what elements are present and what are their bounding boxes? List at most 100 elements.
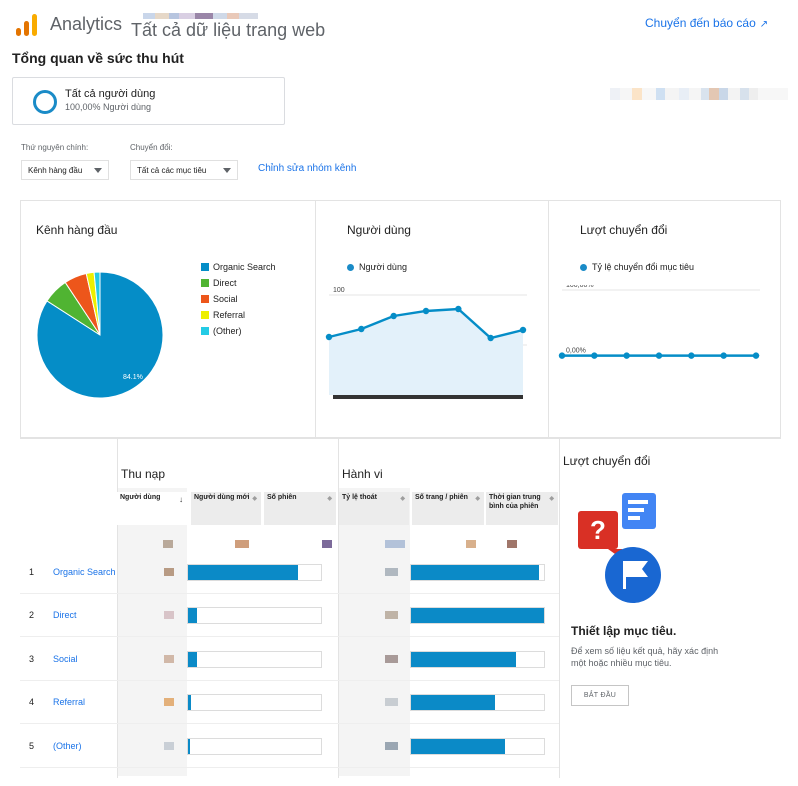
conv-chart-legend: Tỷ lệ chuyển đổi mục tiêu bbox=[580, 262, 694, 272]
legend-item[interactable]: Social bbox=[201, 291, 276, 307]
legend-label: Referral bbox=[213, 310, 246, 320]
row-number: 2 bbox=[29, 610, 35, 620]
legend-label: (Other) bbox=[213, 326, 242, 336]
users-chart-legend: Người dùng bbox=[347, 262, 407, 272]
behavior-group-header: Hành vi bbox=[342, 467, 383, 481]
col-users[interactable]: Người dùng ↓ bbox=[117, 492, 187, 525]
conversions-group-header: Lượt chuyển đổi bbox=[563, 454, 651, 468]
col-bounce-rate[interactable]: Tỷ lệ thoát ◆ bbox=[339, 492, 409, 525]
x-start-label: ... bbox=[560, 403, 566, 405]
redacted-total bbox=[466, 540, 476, 548]
bounce-column-bg bbox=[338, 488, 410, 776]
data-point[interactable] bbox=[487, 334, 494, 342]
channel-link[interactable]: Referral bbox=[53, 697, 85, 707]
series-dot-icon bbox=[347, 264, 354, 272]
conversion-rate-line-chart[interactable]: 100,00% 0,00%... bbox=[556, 285, 776, 405]
sessions-bar bbox=[187, 738, 322, 755]
users-legend-label: Người dùng bbox=[359, 262, 407, 272]
legend-item[interactable]: Organic Search bbox=[201, 259, 276, 275]
sessions-bar bbox=[187, 694, 322, 711]
data-point[interactable] bbox=[591, 352, 598, 359]
col-bounce-rate-label: Tỷ lệ thoát bbox=[342, 494, 378, 501]
section-title: Tổng quan về sức thu hút bbox=[12, 50, 184, 66]
row-divider bbox=[20, 723, 560, 724]
top-channels-title: Kênh hàng đầu bbox=[36, 223, 118, 237]
redacted-value bbox=[164, 611, 174, 619]
redacted-value bbox=[385, 611, 398, 619]
col-sessions[interactable]: Số phiên ◆ bbox=[264, 492, 336, 525]
col-pages-per-session[interactable]: Số trang / phiên ◆ bbox=[412, 492, 484, 525]
pages-bar bbox=[410, 607, 545, 624]
pages-bar-fill bbox=[411, 739, 506, 754]
row-number: 4 bbox=[29, 697, 35, 707]
channel-link[interactable]: Direct bbox=[53, 610, 77, 620]
data-point[interactable] bbox=[325, 333, 333, 341]
users-title: Người dùng bbox=[347, 223, 411, 237]
segment-card[interactable]: Tất cả người dùng 100,00% Người dùng bbox=[12, 77, 285, 125]
data-point[interactable] bbox=[688, 352, 695, 359]
pages-bar-fill bbox=[411, 565, 539, 580]
data-point[interactable] bbox=[455, 305, 462, 313]
conv-legend-label: Tỷ lệ chuyển đổi mục tiêu bbox=[592, 262, 695, 272]
row-divider bbox=[20, 593, 560, 594]
col-avg-duration[interactable]: Thời gian trung bình của phiên ◆ bbox=[486, 492, 558, 525]
users-line-chart[interactable]: 10050... bbox=[323, 285, 533, 405]
property-view-title[interactable]: Tất cả dữ liệu trang web bbox=[131, 20, 325, 41]
pie-legend: Organic Search Direct Social Referral (Other… bbox=[201, 259, 276, 339]
start-goal-button[interactable]: BẮT ĐẦU bbox=[571, 685, 629, 706]
edit-channel-group-link[interactable]: Chỉnh sửa nhóm kênh bbox=[258, 163, 356, 174]
legend-item[interactable]: Direct bbox=[201, 275, 276, 291]
legend-item[interactable]: Referral bbox=[201, 307, 276, 323]
data-point[interactable] bbox=[422, 307, 430, 315]
redacted-total bbox=[322, 540, 332, 548]
segment-subtitle: 100,00% Người dùng bbox=[65, 102, 151, 112]
row-divider bbox=[20, 767, 560, 768]
channel-link[interactable]: Social bbox=[53, 654, 78, 664]
data-point[interactable] bbox=[623, 352, 630, 359]
redacted-value bbox=[164, 655, 174, 663]
primary-dimension-value: Kênh hàng đầu bbox=[28, 166, 83, 175]
channels-pie-chart[interactable]: 84.1% bbox=[35, 270, 165, 400]
row-number: 5 bbox=[29, 741, 35, 751]
data-point[interactable] bbox=[752, 352, 760, 359]
redacted-value bbox=[164, 742, 174, 750]
legend-label: Organic Search bbox=[213, 262, 276, 272]
pages-bar-fill bbox=[411, 608, 544, 623]
sessions-bar-fill bbox=[188, 565, 299, 580]
redacted-value bbox=[385, 698, 398, 706]
goals-illustration-icon: ? bbox=[578, 493, 661, 603]
pages-bar bbox=[410, 651, 545, 668]
data-point[interactable] bbox=[655, 352, 663, 359]
x-axis-bar bbox=[333, 395, 523, 399]
channel-link[interactable]: (Other) bbox=[53, 741, 82, 751]
legend-swatch bbox=[201, 327, 209, 335]
primary-dimension-label: Thứ nguyên chính: bbox=[21, 143, 89, 152]
sort-icon: ◆ bbox=[327, 496, 332, 502]
sort-icon: ◆ bbox=[252, 496, 257, 502]
conversions-title: Lượt chuyển đổi bbox=[580, 223, 668, 237]
redacted-total bbox=[385, 540, 405, 548]
data-point[interactable] bbox=[390, 312, 397, 320]
conversion-label: Chuyển đổi: bbox=[130, 143, 173, 152]
col-new-users[interactable]: Người dùng mới ◆ bbox=[191, 492, 261, 525]
legend-label: Social bbox=[213, 294, 238, 304]
go-to-report-label: Chuyển đến báo cáo bbox=[645, 16, 756, 30]
legend-item[interactable]: (Other) bbox=[201, 323, 276, 339]
row-number: 1 bbox=[29, 567, 35, 577]
primary-dimension-select[interactable]: Kênh hàng đầu bbox=[21, 160, 109, 180]
conversion-select[interactable]: Tất cả các mục tiêu bbox=[130, 160, 238, 180]
go-to-report-link[interactable]: Chuyển đến báo cáo ↗ bbox=[645, 16, 768, 30]
series-area bbox=[329, 309, 523, 395]
redacted-total bbox=[235, 540, 249, 548]
redacted-date-range bbox=[610, 88, 788, 100]
data-point[interactable] bbox=[720, 352, 727, 359]
channel-link[interactable]: Organic Search bbox=[53, 567, 116, 577]
data-point[interactable] bbox=[558, 352, 566, 359]
legend-swatch bbox=[201, 311, 209, 319]
sort-icon: ◆ bbox=[549, 496, 554, 502]
data-point[interactable] bbox=[358, 325, 365, 333]
segment-ring-icon bbox=[33, 90, 57, 114]
redacted-value bbox=[164, 698, 174, 706]
series-dot-icon bbox=[580, 264, 587, 272]
data-point[interactable] bbox=[519, 326, 527, 334]
